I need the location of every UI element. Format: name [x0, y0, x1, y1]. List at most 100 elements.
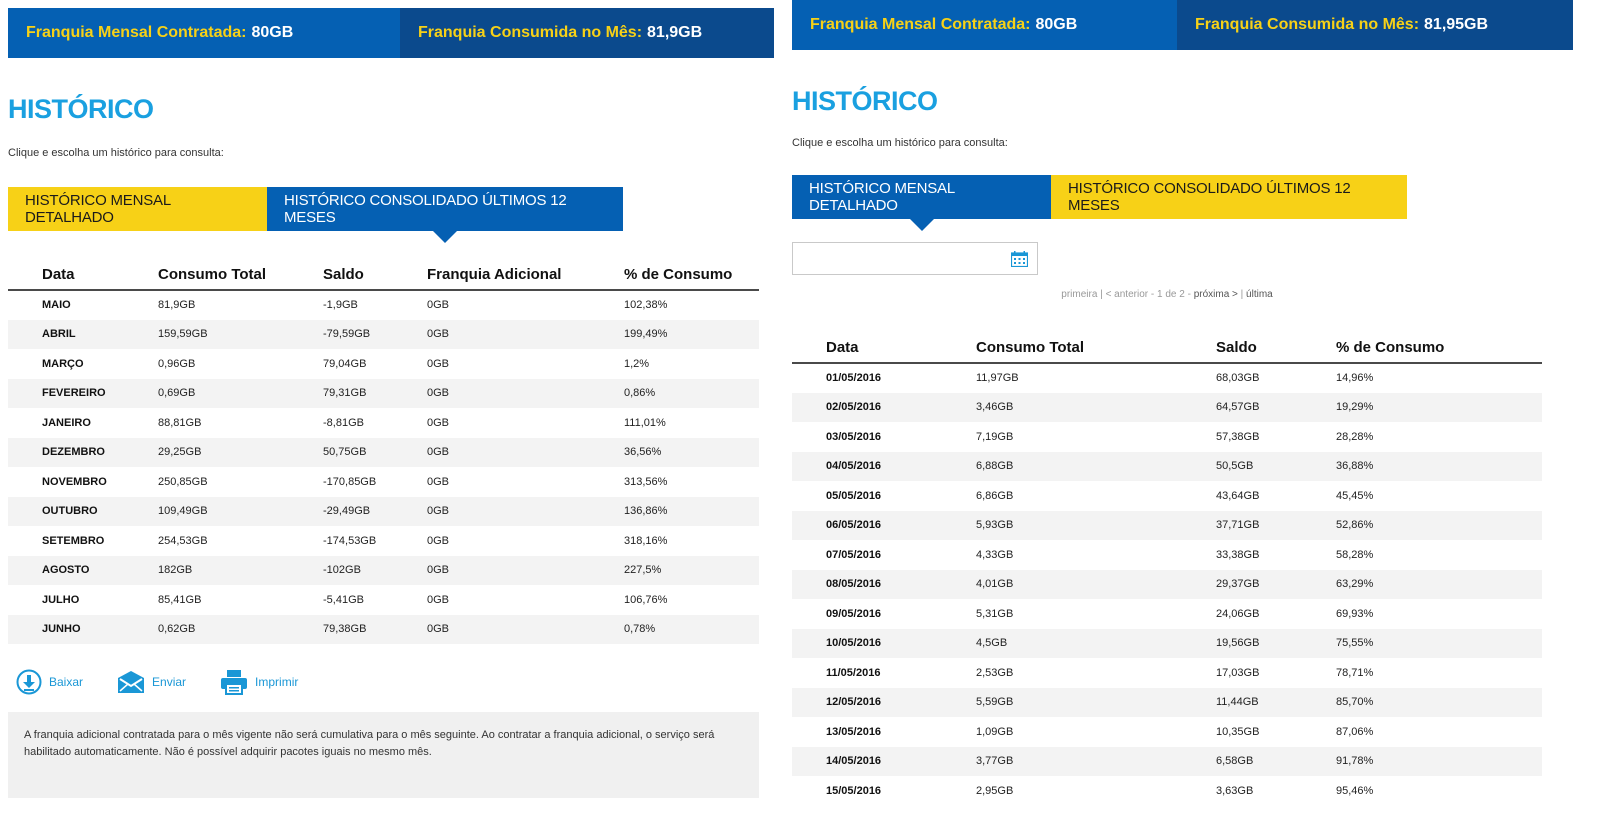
table-cell: 3,63GB	[1216, 784, 1254, 797]
table-cell: 63,29%	[1336, 569, 1542, 599]
table-cell: 0,86%	[624, 378, 759, 408]
table-cell: 5,59GB	[976, 687, 1216, 717]
table-cell: 05/05/2016	[826, 489, 882, 502]
pagination-prev[interactable]: < anterior	[1106, 289, 1149, 300]
table-cell: 109,49GB	[158, 496, 323, 526]
table-row: MAIO 81,9GB -1,9GB 0GB 102,38%	[8, 290, 759, 320]
table-row: SETEMBRO 254,53GB -174,53GB 0GB 318,16%	[8, 526, 759, 556]
table-cell: 11,44GB	[1216, 687, 1336, 717]
pagination-last[interactable]: última	[1246, 289, 1273, 300]
table-cell: 111,01%	[624, 416, 666, 429]
table-cell: 57,38GB	[1216, 430, 1260, 443]
franchise-consumed-label: Franquia Consumida no Mês:	[1195, 16, 1420, 33]
table-cell: 95,46%	[1336, 784, 1374, 797]
table-cell: 50,75GB	[323, 437, 427, 467]
table-cell: 03/05/2016	[826, 430, 882, 443]
table-cell: MARÇO	[42, 357, 84, 370]
print-button[interactable]: Imprimir	[220, 669, 298, 695]
franchise-consumed: Franquia Consumida no Mês: 81,95GB	[1177, 0, 1573, 50]
franchise-contracted-label: Franquia Mensal Contratada:	[26, 24, 247, 41]
table-header-row: Data Consumo Total Saldo% de Consumo	[792, 326, 1542, 364]
table-row: NOVEMBRO 250,85GB -170,85GB 0GB 313,56%	[8, 467, 759, 497]
send-button[interactable]: Enviar	[117, 670, 186, 694]
table-cell: 01/05/2016	[826, 372, 882, 385]
page-title: HISTÓRICO	[792, 86, 938, 116]
table-cell: 0GB	[427, 357, 450, 370]
history-table: Data Consumo Total Saldo Franquia Adicional…	[8, 253, 759, 644]
table-row: 08/05/2016 4,01GB 29,37GB 63,29%	[792, 569, 1542, 599]
table-cell: 19,56GB	[1216, 628, 1336, 658]
table-cell: 3,77GB	[976, 746, 1216, 776]
column-header: Data	[8, 253, 158, 291]
table-cell: OUTUBRO	[8, 496, 158, 526]
table-cell: 50,5GB	[1216, 451, 1336, 481]
pagination-separator: -	[1148, 289, 1157, 300]
table-cell: 254,53GB	[158, 534, 208, 547]
table-cell: 10,35GB	[1216, 725, 1260, 738]
table-cell: 102,38%	[624, 299, 668, 312]
table-cell: 136,86%	[624, 496, 759, 526]
table-cell: 81,9GB	[158, 299, 196, 312]
table-cell: 2,95GB	[976, 784, 1014, 797]
printer-icon	[221, 670, 248, 695]
download-label: Baixar	[49, 675, 84, 689]
table-cell: 85,70%	[1336, 687, 1542, 717]
page-subtitle: Clique e escolha um histórico para consu…	[8, 147, 224, 159]
table-cell: 0,78%	[624, 614, 759, 644]
table-cell: 106,76%	[624, 593, 668, 606]
send-label: Enviar	[152, 675, 187, 689]
tab-consolidated-12-months[interactable]: HISTÓRICO CONSOLIDADO ÚLTIMOS 12 MESES	[1051, 175, 1407, 219]
table-cell: 36,56%	[624, 437, 759, 467]
table-cell: 58,28%	[1336, 548, 1374, 561]
table-cell: -174,53GB	[323, 534, 377, 547]
table-cell: 159,59GB	[158, 319, 323, 349]
pagination-next[interactable]: próxima >	[1194, 289, 1238, 300]
franchise-consumed-value: 81,9GB	[647, 24, 703, 41]
table-cell: AGOSTO	[8, 555, 158, 585]
table-row: DEZEMBRO 29,25GB 50,75GB 0GB 36,56%	[8, 437, 759, 467]
envelope-icon	[118, 671, 145, 693]
pagination-page-indicator: 1 de 2	[1156, 289, 1185, 300]
table-cell: -79,59GB	[323, 319, 427, 349]
tab-monthly-detailed[interactable]: HISTÓRICO MENSAL DETALHADO	[792, 175, 1051, 231]
table-cell: MAIO	[42, 299, 71, 312]
table-cell: 29,25GB	[158, 437, 323, 467]
table-cell: 318,16%	[624, 534, 668, 547]
download-button[interactable]: Baixar	[16, 669, 83, 695]
table-cell: ABRIL	[8, 319, 158, 349]
column-header: % de Consumo	[624, 253, 759, 291]
table-cell: 10/05/2016	[792, 628, 976, 658]
table-cell: 1,2%	[624, 357, 650, 370]
table-cell: -102GB	[323, 555, 427, 585]
table-cell: 0,69GB	[158, 378, 323, 408]
table-cell: 227,5%	[624, 555, 759, 585]
pagination-first[interactable]: primeira	[1061, 289, 1097, 300]
table-body: 01/05/2016 11,97GB 68,03GB 14,96% 02/05/2016…	[792, 363, 1542, 806]
table-cell: 0GB	[427, 416, 450, 429]
table-cell: FEVEREIRO	[8, 378, 158, 408]
table-cell: 29,37GB	[1216, 569, 1336, 599]
table-row: 05/05/2016 6,86GB 43,64GB 45,45%	[792, 481, 1542, 511]
table-cell: 28,28%	[1336, 430, 1374, 443]
table-row: 10/05/2016 4,5GB 19,56GB 75,55%	[792, 628, 1542, 658]
table-header-row: Data Consumo Total Saldo Franquia Adicional…	[8, 253, 759, 291]
table-row: 06/05/2016 5,93GB 37,71GB 52,86%	[792, 510, 1542, 540]
table-cell: 33,38GB	[1216, 548, 1260, 561]
table-cell: 6,58GB	[1216, 746, 1336, 776]
table-row: 02/05/2016 3,46GB 64,57GB 19,29%	[792, 392, 1542, 422]
table-row: 04/05/2016 6,88GB 50,5GB 36,88%	[792, 451, 1542, 481]
table-cell: 313,56%	[624, 475, 668, 488]
table-cell: JUNHO	[8, 614, 158, 644]
table-cell: 0,96GB	[158, 357, 196, 370]
calendar-icon[interactable]	[1011, 251, 1028, 267]
franchise-contracted-label: Franquia Mensal Contratada:	[810, 16, 1031, 33]
column-header: % de Consumo	[1336, 326, 1542, 364]
print-label: Imprimir	[255, 675, 299, 689]
tab-consolidated-12-months[interactable]: HISTÓRICO CONSOLIDADO ÚLTIMOS 12 MESES	[267, 187, 623, 243]
table-row: JUNHO 0,62GB 79,38GB 0GB 0,78%	[8, 614, 759, 644]
table-cell: 250,85GB	[158, 475, 208, 488]
table-cell: 6,88GB	[976, 451, 1216, 481]
date-picker-input[interactable]	[792, 242, 1038, 275]
tab-monthly-detailed[interactable]: HISTÓRICO MENSAL DETALHADO	[8, 187, 267, 231]
table-cell: 11,97GB	[976, 372, 1019, 385]
